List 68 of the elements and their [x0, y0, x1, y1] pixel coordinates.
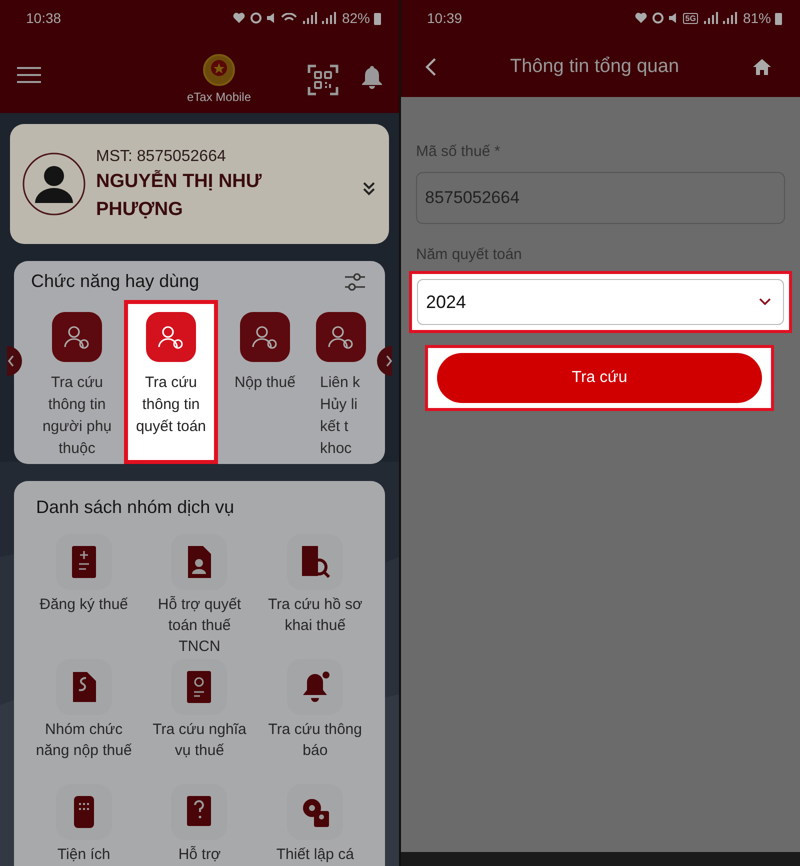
signal-icon: [302, 11, 338, 25]
service-label: Thiết lập cá: [275, 845, 355, 865]
screen-title: Thông tin tổng quan: [510, 56, 680, 78]
section-title: Danh sách nhóm dịch vụ: [36, 497, 236, 518]
qr-scan-icon[interactable]: [307, 64, 339, 96]
heart-icon: [232, 12, 245, 24]
shortcut-icon: [240, 312, 290, 362]
service-item[interactable]: Hỗ trợ quyết toán thuế TNCN: [142, 534, 258, 659]
shortcut-label: Tra cứu thông tin quyết toán: [134, 373, 208, 437]
home-icon[interactable]: [752, 58, 772, 76]
service-item[interactable]: Hỗ trợ: [142, 784, 258, 866]
field-label: Năm quyết toán: [416, 246, 523, 263]
search-icon: [300, 545, 330, 579]
battery-level: 82%: [342, 10, 370, 26]
bell-icon: [300, 670, 330, 704]
bell-icon[interactable]: [361, 65, 383, 89]
status-time: 10:39: [427, 10, 464, 26]
alarm-icon: [250, 12, 262, 24]
service-item[interactable]: Tra cứu thông báo: [257, 659, 373, 784]
service-item[interactable]: Tiện ích: [26, 784, 142, 866]
mute-icon: [669, 12, 678, 24]
shortcut-icon: [316, 312, 366, 362]
highlighted-shortcut[interactable]: Tra cứu thông tin quyết toán: [124, 300, 218, 464]
status-time: 10:38: [26, 10, 62, 26]
shortcut-icon: [52, 312, 102, 362]
wifi-icon: [280, 13, 297, 23]
signal-icon: [702, 11, 739, 25]
shortcut-item[interactable]: Tra cứu thông tin người phụ thuộc: [30, 300, 124, 464]
battery-icon: [775, 12, 782, 24]
service-item[interactable]: Nhóm chức năng nộp thuế: [26, 659, 142, 784]
expand-icon[interactable]: [363, 182, 375, 196]
search-button[interactable]: Tra cứu: [437, 353, 762, 403]
service-label: Tra cứu nghĩa vụ thuế: [152, 720, 248, 761]
shortcut-label: Tra cứu thông tin người phụ thuộc: [41, 373, 113, 459]
chevron-down-icon: [759, 298, 771, 306]
tax-id: MST: 8575052664: [96, 148, 227, 166]
shortcut-item[interactable]: Nộp thuế: [218, 300, 312, 464]
battery-level: 81%: [742, 10, 771, 26]
service-item[interactable]: Đăng ký thuế: [26, 534, 142, 659]
heart-icon: [635, 12, 648, 24]
menu-icon[interactable]: [17, 66, 41, 82]
shortcut-icon: [146, 312, 196, 362]
user-name: NGUYỄN THỊ NHƯ PHƯỢNG: [96, 169, 263, 222]
service-label: Tiện ích: [56, 845, 112, 865]
network-type: 5G: [683, 12, 698, 24]
year-dropdown[interactable]: 2024: [417, 279, 784, 325]
battery-icon: [374, 12, 381, 24]
service-label: Hỗ trợ: [177, 845, 222, 865]
service-item[interactable]: Thiết lập cá: [257, 784, 373, 866]
shortcut-label: Nộp thuế: [234, 373, 296, 393]
section-title: Chức năng hay dùng: [31, 271, 200, 292]
field-label: Mã số thuế *: [416, 143, 502, 160]
avatar-icon: [22, 152, 86, 216]
alarm-icon: [652, 12, 664, 24]
emblem-icon: [203, 54, 235, 86]
service-label: Đăng ký thuế: [38, 595, 130, 615]
app-name: eTax Mobile: [186, 90, 252, 104]
service-label: Hỗ trợ quyết toán thuế TNCN: [156, 595, 242, 657]
shortcut-item[interactable]: Liên k Hủy li kết t khoc: [312, 300, 370, 464]
back-icon[interactable]: [425, 56, 437, 76]
service-label: Tra cứu hồ sơ khai thuế: [266, 595, 364, 636]
service-label: Nhóm chức năng nộp thuế: [34, 720, 133, 761]
shortcut-label: Liên k Hủy li kết t khoc: [320, 373, 360, 459]
mute-icon: [266, 12, 276, 24]
filter-icon[interactable]: [345, 272, 365, 290]
service-item[interactable]: Tra cứu hồ sơ khai thuế: [257, 534, 373, 659]
service-item[interactable]: Tra cứu nghĩa vụ thuế: [142, 659, 258, 784]
service-label: Tra cứu thông báo: [267, 720, 363, 761]
